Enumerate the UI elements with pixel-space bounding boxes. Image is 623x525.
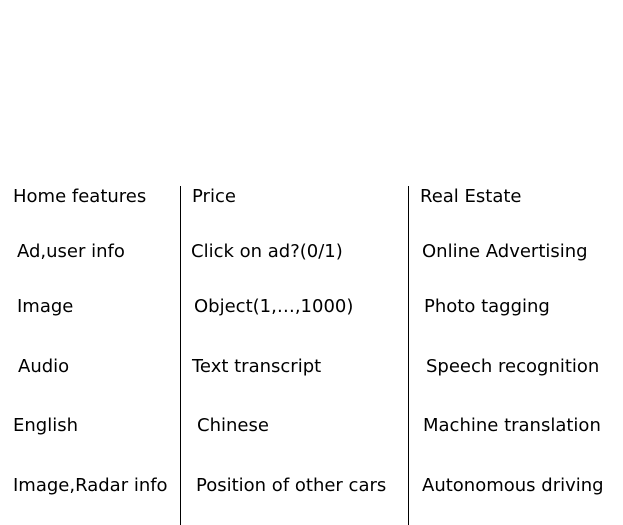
input-cell: Audio <box>18 356 70 377</box>
output-cell: Text transcript <box>192 356 322 377</box>
output-cell: Click on ad?(0/1) <box>191 241 343 262</box>
output-cell: Chinese <box>197 415 269 436</box>
application-cell: Autonomous driving <box>422 475 604 496</box>
column-divider-1 <box>180 186 181 525</box>
application-cell: Real Estate <box>420 186 522 207</box>
input-cell: Ad,user info <box>17 241 125 262</box>
application-cell: Machine translation <box>423 415 601 436</box>
input-cell: English <box>13 415 78 436</box>
input-cell: Image,Radar info <box>13 475 168 496</box>
column-divider-2 <box>408 186 409 525</box>
output-cell: Position of other cars <box>196 475 387 496</box>
application-cell: Online Advertising <box>422 241 588 262</box>
application-cell: Speech recognition <box>426 356 600 377</box>
input-cell: Image <box>17 296 74 317</box>
input-cell: Home features <box>13 186 147 207</box>
output-cell: Price <box>192 186 236 207</box>
output-cell: Object(1,…,1000) <box>194 296 354 317</box>
application-cell: Photo tagging <box>424 296 550 317</box>
